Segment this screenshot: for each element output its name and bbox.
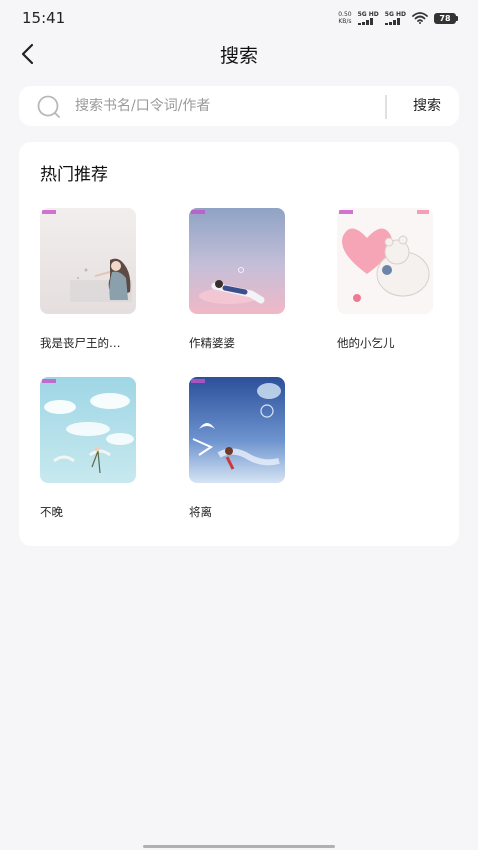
sim2-signal: 5G HD: [384, 11, 406, 25]
search-divider: [385, 95, 387, 119]
girl-sitting-cover: [40, 208, 136, 314]
search-icon: [37, 95, 60, 118]
search-button[interactable]: 搜索: [395, 86, 459, 126]
book-item[interactable]: 我是丧尸王的…: [40, 208, 160, 351]
bear-heart-cover: [337, 208, 433, 314]
section-title: 热门推荐: [40, 165, 108, 185]
book-item[interactable]: 他的小乞儿: [337, 208, 457, 351]
wifi-icon: [412, 12, 428, 24]
network-speed-unit: KB/s: [338, 18, 352, 25]
book-item[interactable]: 不晚: [40, 377, 160, 520]
boy-floating-cover: [189, 208, 285, 314]
book-title: 将离: [189, 505, 212, 519]
sim1-signal: 5G HD: [357, 11, 379, 25]
book-item[interactable]: 作精婆婆: [189, 208, 309, 351]
signal-bars-icon: [357, 18, 373, 25]
network-speed: 0.50 KB/s: [338, 11, 351, 25]
book-title: 作精婆婆: [189, 336, 235, 350]
book-title: 我是丧尸王的…: [40, 336, 121, 350]
search-bar: 搜索: [19, 86, 459, 126]
battery-level: 78: [434, 12, 456, 24]
header: 搜索: [0, 36, 478, 72]
battery-icon: 78: [434, 12, 458, 24]
blue-fantasy-cover: [189, 377, 285, 483]
network-speed-value: 0.50: [338, 11, 352, 18]
sky-cranes-cover: [40, 377, 136, 483]
sim1-label: 5G HD: [357, 11, 379, 18]
book-title: 他的小乞儿: [337, 336, 395, 350]
status-time: 15:41: [22, 9, 66, 27]
book-item[interactable]: 将离: [189, 377, 309, 520]
hot-recommendations: 热门推荐 我是丧尸王的… 作精婆婆 他的小乞儿 不晚 将离: [19, 142, 459, 546]
sim2-label: 5G HD: [384, 11, 406, 18]
page-title: 搜索: [219, 45, 258, 67]
book-title: 不晚: [40, 505, 63, 519]
status-indicators: 0.50 KB/s 5G HD 5G HD 78: [338, 10, 458, 26]
status-bar: 15:41 0.50 KB/s 5G HD 5G HD 78: [0, 0, 478, 36]
signal-bars-icon: [384, 18, 400, 25]
home-indicator[interactable]: [143, 845, 335, 848]
search-input[interactable]: [75, 94, 375, 118]
